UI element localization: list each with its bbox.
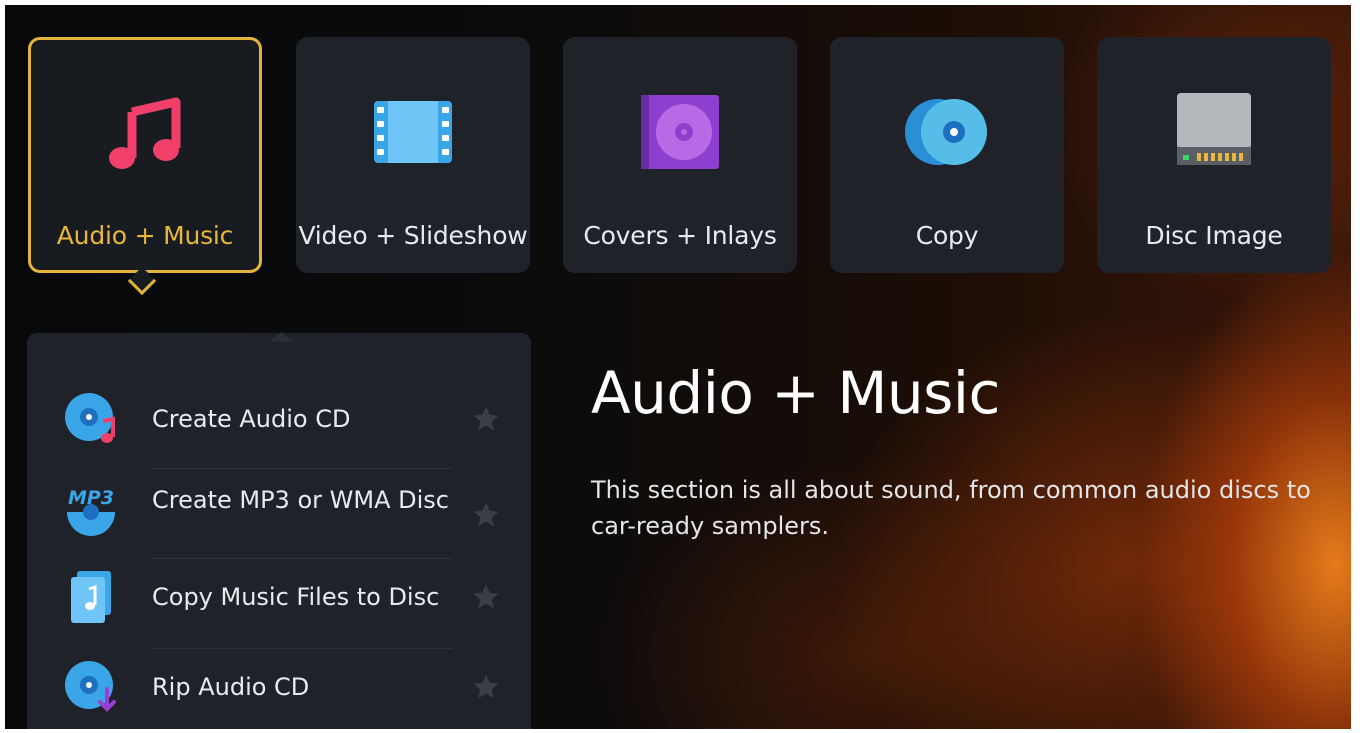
mp3-disc-icon: MP3 [67, 487, 115, 536]
audio-cd-icon [65, 393, 115, 443]
tile-label: Audio + Music [56, 221, 234, 250]
disc-drive-icon [1177, 93, 1251, 165]
section-description: This section is all about sound, from co… [591, 476, 1311, 540]
task-label: Create Audio CD [152, 405, 351, 433]
divider [152, 558, 452, 559]
copy-disc-icon [905, 99, 987, 165]
svg-text:MP3: MP3 [68, 487, 114, 509]
tile-label: Copy [915, 221, 979, 250]
film-strip-icon [374, 101, 452, 163]
task-label: Copy Music Files to Disc [152, 583, 440, 611]
panel-notch [269, 332, 293, 342]
music-files-icon [71, 571, 111, 623]
tile-video-slideshow[interactable]: Video + Slideshow [296, 37, 530, 273]
tile-audio-music[interactable]: Audio + Music [28, 37, 262, 273]
tile-copy[interactable]: Copy [830, 37, 1064, 273]
divider [152, 468, 452, 469]
task-label: Create MP3 or WMA Disc [152, 486, 449, 514]
tile-label: Video + Slideshow [298, 221, 528, 250]
section-title: Audio + Music [591, 359, 1000, 427]
music-note-icon [109, 97, 181, 169]
disc-cover-icon [641, 95, 719, 169]
favorite-star-icon[interactable] [471, 582, 501, 612]
favorite-star-icon[interactable] [471, 404, 501, 434]
tile-covers-inlays[interactable]: Covers + Inlays [563, 37, 797, 273]
task-panel: Create Audio CD MP3 Create MP3 or WMA Di… [27, 332, 531, 729]
rip-cd-icon [65, 661, 116, 712]
favorite-star-icon[interactable] [471, 672, 501, 702]
favorite-star-icon[interactable] [471, 500, 501, 530]
tile-label: Covers + Inlays [583, 221, 777, 250]
tile-label: Disc Image [1145, 221, 1283, 250]
divider [152, 648, 452, 649]
task-label: Rip Audio CD [152, 673, 310, 701]
app-background: Audio + Music Video + Slideshow Covers +… [5, 5, 1351, 729]
tile-disc-image[interactable]: Disc Image [1097, 37, 1331, 273]
